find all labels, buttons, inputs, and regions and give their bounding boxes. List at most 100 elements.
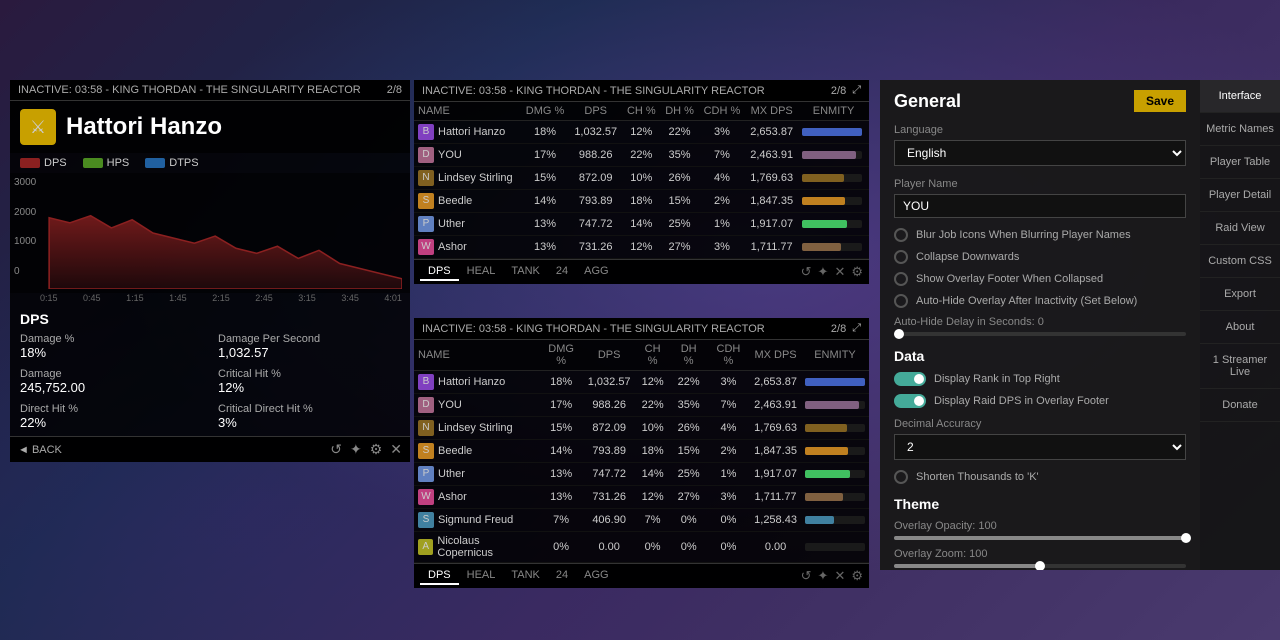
tab-tank[interactable]: TANK	[503, 263, 548, 281]
gear-icon[interactable]: ⚙	[851, 568, 863, 584]
bottom-middle-panel: INACTIVE: 03:58 - KING THORDAN - THE SIN…	[414, 318, 869, 588]
table-row[interactable]: D YOU 17% 988.26 22% 35% 7% 2,463.91	[414, 144, 869, 167]
star-icon[interactable]: ✦	[818, 568, 829, 584]
refresh-icon[interactable]: ↺	[801, 264, 812, 280]
settings-title: General	[894, 91, 961, 112]
table-row[interactable]: N Lindsey Stirling 15% 872.09 10% 26% 4%…	[414, 167, 869, 190]
lock-icon[interactable]: ⚙	[370, 441, 383, 458]
gear-icon[interactable]: ⚙	[851, 264, 863, 280]
mxdps-val: 0.00	[750, 532, 801, 563]
opacity-slider-track[interactable]	[894, 536, 1186, 540]
star-icon[interactable]: ✦	[818, 264, 829, 280]
shorten-thousands-checkbox[interactable]	[894, 470, 908, 484]
enmity-cell	[798, 144, 869, 167]
table-row[interactable]: N Lindsey Stirling 15% 872.09 10% 26% 4%…	[414, 417, 869, 440]
table-row[interactable]: D YOU 17% 988.26 22% 35% 7% 2,463.91	[414, 394, 869, 417]
expand-icon[interactable]: ⤢	[852, 84, 861, 97]
dps-val: 793.89	[584, 440, 635, 463]
sidebar-item-metric-names[interactable]: Metric Names	[1200, 113, 1280, 146]
mxdps-val: 2,653.87	[750, 371, 801, 394]
tab-dps[interactable]: DPS	[420, 567, 459, 585]
sidebar-item-interface[interactable]: Interface	[1200, 80, 1280, 113]
tab-tank[interactable]: TANK	[503, 567, 548, 585]
stat-dps-value: 1,032.57	[218, 345, 400, 360]
display-rank-toggle[interactable]	[894, 372, 926, 386]
collapse-downwards-checkbox[interactable]	[894, 250, 908, 264]
auto-hide-slider-track[interactable]	[894, 332, 1186, 336]
top-player-table: NAME DMG % DPS CH % DH % CDH % MX DPS EN…	[414, 102, 869, 259]
auto-hide-slider-thumb[interactable]	[894, 329, 904, 339]
player-name-input[interactable]	[894, 194, 1186, 218]
bottom-player-table: NAME DMG % DPS CH % DH % CDH % MX DPS EN…	[414, 340, 869, 563]
zoom-slider-track[interactable]	[894, 564, 1186, 568]
stat-damage-value: 245,752.00	[20, 380, 202, 395]
sidebar-item-donate[interactable]: Donate	[1200, 389, 1280, 422]
enmity-bar	[802, 174, 862, 182]
display-raid-dps-toggle[interactable]	[894, 394, 926, 408]
dh-val: 22%	[660, 121, 698, 144]
stat-crit-value: 12%	[218, 380, 400, 395]
refresh-icon[interactable]: ↺	[801, 568, 812, 584]
table-row[interactable]: S Beedle 14% 793.89 18% 15% 2% 1,847.35	[414, 440, 869, 463]
tab-24[interactable]: 24	[548, 567, 576, 585]
sidebar-item-about[interactable]: About	[1200, 311, 1280, 344]
tab-dps[interactable]: DPS	[420, 263, 459, 281]
cdh-val: 2%	[707, 440, 750, 463]
dmg-pct: 15%	[538, 417, 583, 440]
sidebar-item-streamer-live[interactable]: 1 Streamer Live	[1200, 344, 1280, 389]
language-select[interactable]: English	[894, 140, 1186, 166]
tab-heal[interactable]: HEAL	[459, 567, 504, 585]
stat-crit: Critical Hit % 12%	[218, 368, 400, 395]
cdh-val: 4%	[699, 167, 746, 190]
table-row[interactable]: S Sigmund Freud 7% 406.90 7% 0% 0% 1,258…	[414, 509, 869, 532]
show-footer-checkbox[interactable]	[894, 272, 908, 286]
close-icon[interactable]: ✕	[390, 441, 402, 458]
expand-icon[interactable]: ⤢	[852, 322, 861, 335]
back-button[interactable]: ◄ BACK	[18, 444, 62, 456]
dh-val: 22%	[671, 371, 707, 394]
table-row[interactable]: B Hattori Hanzo 18% 1,032.57 12% 22% 3% …	[414, 121, 869, 144]
table-row[interactable]: A Nicolaus Copernicus 0% 0.00 0% 0% 0% 0…	[414, 532, 869, 563]
sidebar-item-raid-view[interactable]: Raid View	[1200, 212, 1280, 245]
settings-icon[interactable]: ✦	[350, 441, 362, 458]
col-enmity: ENMITY	[798, 102, 869, 121]
job-icon: W	[418, 239, 434, 255]
col-dps: DPS	[584, 340, 635, 371]
auto-hide-row: Auto-Hide Overlay After Inactivity (Set …	[880, 290, 1200, 312]
sidebar-item-export[interactable]: Export	[1200, 278, 1280, 311]
dps-val: 1,032.57	[584, 371, 635, 394]
auto-hide-checkbox[interactable]	[894, 294, 908, 308]
close-icon[interactable]: ✕	[834, 264, 845, 280]
player-name: YOU	[438, 149, 462, 161]
table-row[interactable]: B Hattori Hanzo 18% 1,032.57 12% 22% 3% …	[414, 371, 869, 394]
dps-area	[49, 216, 402, 289]
mxdps-val: 1,769.63	[750, 417, 801, 440]
close-icon[interactable]: ✕	[834, 568, 845, 584]
tab-agg[interactable]: AGG	[576, 567, 616, 585]
save-button[interactable]: Save	[1134, 90, 1186, 112]
tab-24[interactable]: 24	[548, 263, 576, 281]
cdh-val: 0%	[707, 509, 750, 532]
zoom-slider-thumb[interactable]	[1035, 561, 1045, 570]
decimal-accuracy-select[interactable]: 2 0 1 3	[894, 434, 1186, 460]
table-row[interactable]: P Uther 13% 747.72 14% 25% 1% 1,917.07	[414, 213, 869, 236]
tab-heal[interactable]: HEAL	[459, 263, 504, 281]
dmg-pct: 0%	[538, 532, 583, 563]
sidebar-item-player-detail[interactable]: Player Detail	[1200, 179, 1280, 212]
table-row[interactable]: W Ashor 13% 731.26 12% 27% 3% 1,711.77	[414, 486, 869, 509]
dmg-pct: 14%	[538, 440, 583, 463]
blur-job-icons-row: Blur Job Icons When Blurring Player Name…	[880, 224, 1200, 246]
table-row[interactable]: W Ashor 13% 731.26 12% 27% 3% 1,711.77	[414, 236, 869, 259]
opacity-slider-thumb[interactable]	[1181, 533, 1191, 543]
table-row[interactable]: S Beedle 14% 793.89 18% 15% 2% 1,847.35	[414, 190, 869, 213]
player-name: Hattori Hanzo	[438, 376, 505, 388]
tab-agg[interactable]: AGG	[576, 263, 616, 281]
sidebar-item-player-table[interactable]: Player Table	[1200, 146, 1280, 179]
sidebar-item-custom-css[interactable]: Custom CSS	[1200, 245, 1280, 278]
job-icon: B	[418, 374, 434, 390]
refresh-icon[interactable]: ↺	[330, 441, 342, 458]
table-row[interactable]: P Uther 13% 747.72 14% 25% 1% 1,917.07	[414, 463, 869, 486]
blur-job-icons-checkbox[interactable]	[894, 228, 908, 242]
enmity-bar	[802, 151, 862, 159]
col-cdh: CDH %	[699, 102, 746, 121]
